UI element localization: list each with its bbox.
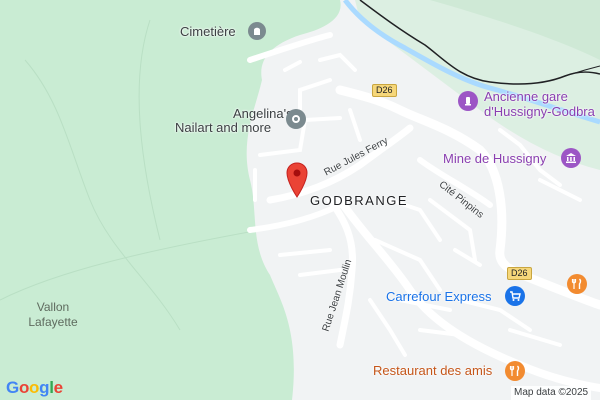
map-base-layer	[0, 0, 600, 400]
cemetery-icon[interactable]	[248, 22, 266, 40]
google-logo: Google	[6, 378, 63, 398]
vallon-label-line2: Lafayette	[28, 315, 78, 329]
carrefour-express-label[interactable]: Carrefour Express	[386, 289, 491, 304]
museum-icon[interactable]	[561, 148, 581, 168]
ancienne-gare-label[interactable]: Ancienne gare d'Hussigny-Godbra	[484, 89, 595, 119]
restaurant-fork-knife-icon[interactable]	[567, 274, 587, 294]
cemetery-label[interactable]: Cimetière	[180, 24, 236, 39]
grey-place-icon[interactable]	[286, 109, 306, 129]
mine-de-hussigny-label[interactable]: Mine de Hussigny	[443, 151, 546, 166]
angelinas-label-line2[interactable]: Nailart and more	[175, 120, 271, 135]
locality-godbrange-label: GODBRANGE	[310, 193, 409, 208]
map-data-attribution[interactable]: Map data ©2025	[511, 386, 592, 400]
ancienne-gare-label-line2: d'Hussigny-Godbra	[484, 104, 595, 119]
shopping-cart-icon[interactable]	[505, 286, 525, 306]
angelinas-label-line1[interactable]: Angelina's	[233, 106, 293, 121]
restaurant-fork-knife-icon[interactable]	[505, 361, 525, 381]
road-shield-d26-north: D26	[372, 84, 397, 97]
google-logo-text: Google	[6, 378, 63, 397]
ancienne-gare-label-line1: Ancienne gare	[484, 89, 568, 104]
restaurant-des-amis-label[interactable]: Restaurant des amis	[373, 363, 492, 378]
road-shield-d26-south: D26	[507, 267, 532, 280]
vallon-lafayette-label: Vallon Lafayette	[18, 300, 88, 330]
train-station-icon[interactable]	[458, 91, 478, 111]
red-location-marker-icon[interactable]	[286, 162, 308, 198]
vallon-label-line1: Vallon	[36, 300, 70, 314]
map-canvas[interactable]: D26 D26 Cimetière Angelina's Nailart and…	[0, 0, 600, 400]
